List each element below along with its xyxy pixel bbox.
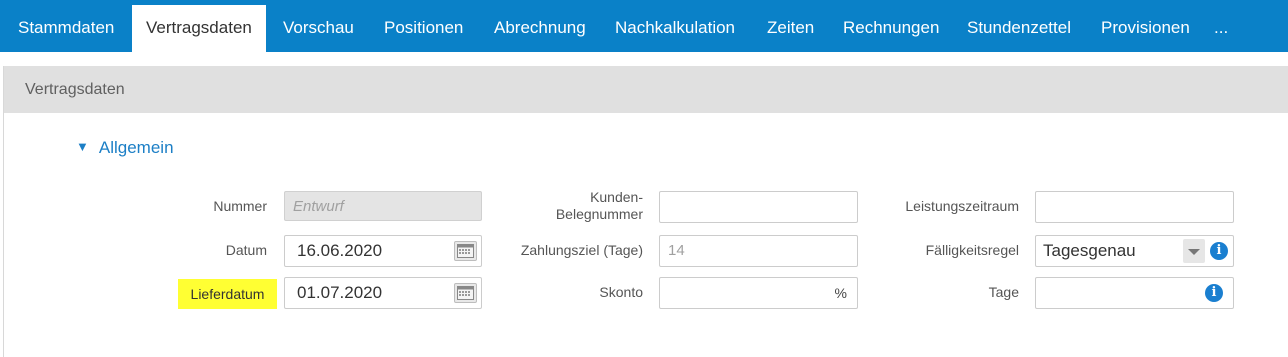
panel-title: Vertragsdaten <box>4 66 1288 113</box>
triangle-down-icon: ▼ <box>76 139 89 154</box>
skonto-field[interactable]: % <box>659 277 858 309</box>
tab-positionen[interactable]: Positionen <box>370 5 477 52</box>
info-icon[interactable]: i <box>1210 242 1228 260</box>
info-icon[interactable]: i <box>1205 284 1223 302</box>
nummer-placeholder: Entwurf <box>293 198 344 215</box>
kunden-belegnummer-label-line2: Belegnummer <box>555 206 643 222</box>
nummer-field: Entwurf <box>284 191 482 221</box>
tab-stammdaten[interactable]: Stammdaten <box>4 5 128 52</box>
section-allgemein-toggle[interactable]: ▼ Allgemein <box>76 138 174 158</box>
zahlungsziel-placeholder: 14 <box>668 242 685 259</box>
nummer-label: Nummer <box>213 198 267 214</box>
tab-vorschau[interactable]: Vorschau <box>269 5 368 52</box>
datum-field[interactable]: 16.06.2020 <box>284 235 482 267</box>
calendar-icon[interactable] <box>454 241 477 261</box>
datum-label: Datum <box>225 242 267 258</box>
chevron-down-icon[interactable] <box>1183 239 1205 263</box>
zahlungsziel-label: Zahlungsziel (Tage) <box>520 242 643 258</box>
tab-abrechnung[interactable]: Abrechnung <box>480 5 600 52</box>
tab-bar: Stammdaten Vertragsdaten Vorschau Positi… <box>0 0 1288 52</box>
tab-rechnungen[interactable]: Rechnungen <box>829 5 953 52</box>
vertragsdaten-panel: Vertragsdaten ▼ Allgemein Nummer Entwurf … <box>3 66 1288 357</box>
tab-provisionen[interactable]: Provisionen <box>1087 5 1204 52</box>
lieferdatum-value: 01.07.2020 <box>297 283 383 302</box>
tab-more[interactable]: ... <box>1200 5 1242 52</box>
section-title: Allgemein <box>98 138 174 157</box>
lieferdatum-label: Lieferdatum <box>178 279 277 309</box>
datum-value: 16.06.2020 <box>297 241 383 260</box>
kunden-belegnummer-label: Kunden- Belegnummer <box>524 189 643 223</box>
faelligkeitsregel-select[interactable]: Tagesgenau i <box>1035 235 1234 267</box>
calendar-icon[interactable] <box>454 283 477 303</box>
kunden-belegnummer-field[interactable] <box>659 191 858 223</box>
faelligkeitsregel-label: Fälligkeitsregel <box>925 242 1019 258</box>
zahlungsziel-field[interactable]: 14 <box>659 235 858 267</box>
leistungszeitraum-field[interactable] <box>1035 191 1234 223</box>
tab-nachkalkulation[interactable]: Nachkalkulation <box>601 5 749 52</box>
tab-stundenzettel[interactable]: Stundenzettel <box>953 5 1085 52</box>
lieferdatum-field[interactable]: 01.07.2020 <box>284 277 482 309</box>
faelligkeitsregel-value: Tagesgenau <box>1043 241 1136 260</box>
skonto-label: Skonto <box>599 284 643 300</box>
tage-field[interactable]: i <box>1035 277 1234 309</box>
tab-vertragsdaten[interactable]: Vertragsdaten <box>132 5 266 52</box>
percent-unit: % <box>834 285 847 301</box>
tab-zeiten[interactable]: Zeiten <box>753 5 828 52</box>
leistungszeitraum-label: Leistungszeitraum <box>905 198 1019 214</box>
kunden-belegnummer-label-line1: Kunden- <box>590 189 643 205</box>
tage-label: Tage <box>988 284 1019 300</box>
